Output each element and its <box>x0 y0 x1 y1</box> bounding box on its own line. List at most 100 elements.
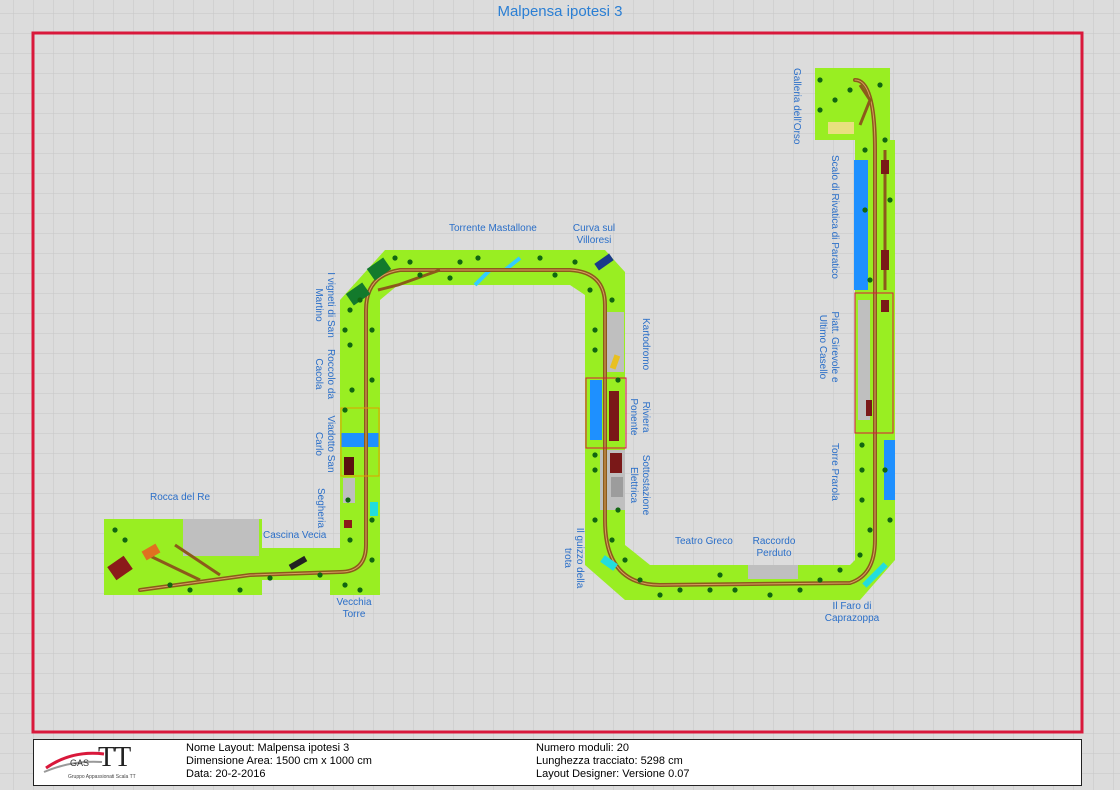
tree <box>867 277 873 283</box>
tree <box>392 255 398 261</box>
tree <box>592 452 598 458</box>
tree <box>637 577 643 583</box>
page-title: Malpensa ipotesi 3 <box>497 3 623 20</box>
tree <box>732 587 738 593</box>
tree <box>167 582 173 588</box>
tree <box>867 527 873 533</box>
label-segheria: Segheria <box>315 488 326 529</box>
info-date: Data: 20-2-2016 <box>186 768 266 780</box>
info-modules: Numero moduli: 20 <box>536 742 629 754</box>
tree <box>349 387 355 393</box>
tree <box>657 592 663 598</box>
tree <box>717 572 723 578</box>
tree <box>592 517 598 523</box>
tree <box>837 567 843 573</box>
tunnel-entrance <box>828 122 854 134</box>
label-curva-sul-villoresi: Curva sul Villoresi <box>572 223 616 246</box>
info-area: Dimensione Area: 1500 cm x 1000 cm <box>186 755 372 767</box>
label-faro-caprazoppa: Il Faro di Caprazoppa <box>824 601 880 624</box>
tree <box>615 377 621 383</box>
logo: GAS TT Gruppo Appassionati Scala TT <box>42 742 157 784</box>
tree <box>887 197 893 203</box>
label-raccordo-perduto: Raccordo Perduto <box>752 536 796 559</box>
tree <box>622 557 628 563</box>
label-viadotto-san-carlo: Viadotto San Carlo <box>313 415 336 473</box>
tree <box>369 327 375 333</box>
info-designer: Layout Designer: Versione 0.07 <box>536 768 690 780</box>
label-guizzo-della-trota: Il guizzo della trota <box>562 527 585 589</box>
tree <box>552 272 558 278</box>
grid-background <box>0 0 1120 790</box>
tree <box>887 517 893 523</box>
label-roccolo-da-cacola: Roccolo da Cacola <box>313 348 336 400</box>
label-sottostazione-elettrica: Sottostazione Elettrica <box>628 454 651 516</box>
tree <box>859 467 865 473</box>
building-riviera <box>609 391 619 441</box>
info-track-length: Lunghezza tracciato: 5298 cm <box>536 755 683 767</box>
tree <box>882 467 888 473</box>
tree <box>832 97 838 103</box>
tree <box>767 592 773 598</box>
label-vigneti-san-martino: I vigneti di San Martino <box>313 272 336 338</box>
label-torrente-mastallone: Torrente Mastallone <box>449 223 537 234</box>
label-galleria-orso: Galleria dell'Orso <box>791 68 802 145</box>
label-scalo-paratico: Scalo di Rivatica di Paratico <box>829 155 840 279</box>
tree <box>369 557 375 563</box>
label-teatro-greco: Teatro Greco <box>675 536 733 547</box>
info-box: GAS TT Gruppo Appassionati Scala TT Nome… <box>33 739 1082 786</box>
tree <box>609 297 615 303</box>
building-paratico-2 <box>881 250 889 270</box>
building-segheria <box>344 520 352 528</box>
tree <box>112 527 118 533</box>
tree <box>267 575 273 581</box>
viaduct-river <box>341 433 379 447</box>
tree <box>817 107 823 113</box>
tree <box>342 407 348 413</box>
label-rocca-del-re: Rocca del Re <box>150 492 211 503</box>
label-riviera-ponente: Riviera Ponente <box>628 398 651 436</box>
tree <box>342 582 348 588</box>
tree <box>187 587 193 593</box>
tree <box>357 297 363 303</box>
tree <box>407 259 413 265</box>
tree <box>859 442 865 448</box>
logo-subtitle: Gruppo Appassionati Scala TT <box>68 774 136 780</box>
tree <box>342 327 348 333</box>
building-paratico-3 <box>881 300 889 312</box>
tree <box>859 497 865 503</box>
tree <box>347 342 353 348</box>
tree <box>817 77 823 83</box>
label-torre-prarola: Torre Prarola <box>829 443 840 501</box>
label-cascina-vecia: Cascina Vecia <box>263 530 327 541</box>
tree <box>677 587 683 593</box>
layout-canvas <box>0 0 1120 790</box>
tree <box>615 507 621 513</box>
tree <box>847 87 853 93</box>
tree <box>817 577 823 583</box>
tree <box>345 497 351 503</box>
tree <box>592 347 598 353</box>
tree <box>122 537 128 543</box>
tree <box>592 327 598 333</box>
tree <box>237 587 243 593</box>
tree <box>475 255 481 261</box>
tree <box>347 307 353 313</box>
label-vecchia-torre: Vecchia Torre <box>336 597 372 620</box>
tree <box>317 572 323 578</box>
building-paratico-1 <box>881 160 889 174</box>
tree <box>592 467 598 473</box>
tree <box>707 587 713 593</box>
rocca-courtyard <box>183 519 259 556</box>
tree <box>882 137 888 143</box>
tree <box>447 275 453 281</box>
label-piatt-girevole: Piatt. Girevole e Ultimo Casello <box>817 311 840 383</box>
label-kartodromo: Kartodromo <box>640 318 651 371</box>
tree <box>417 272 423 278</box>
tree <box>862 207 868 213</box>
building-sottostazione <box>610 453 622 473</box>
tree <box>537 255 543 261</box>
tree <box>369 517 375 523</box>
tree <box>572 259 578 265</box>
info-layout-name: Nome Layout: Malpensa ipotesi 3 <box>186 742 350 754</box>
tree <box>347 537 353 543</box>
